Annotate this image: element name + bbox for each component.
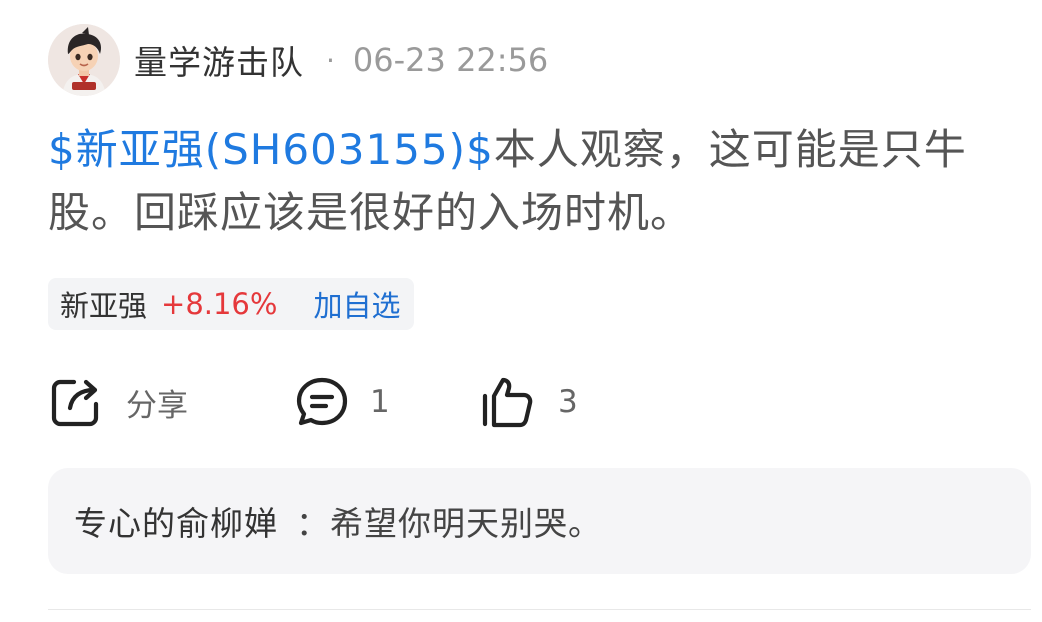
share-label: 分享 [126,387,188,424]
comment-preview[interactable]: 专心的俞柳婵 ：希望你明天别哭。 [48,468,1031,574]
comment-icon [294,374,350,430]
post-card: 量学游击队 · 06-23 22:56 $新亚强(SH603155)$本人观察，… [0,0,1042,622]
stock-chip-change: +8.16% [161,287,278,321]
stock-chip[interactable]: 新亚强 +8.16% 加自选 [48,278,415,330]
like-button[interactable]: 3 [478,370,578,434]
avatar[interactable] [48,24,120,96]
comment-count: 1 [370,384,390,420]
divider [48,609,1031,610]
post-timestamp: 06-23 22:56 [352,41,549,79]
comment-button[interactable]: 1 [294,370,390,434]
share-icon [48,374,104,430]
separator-dot: · [326,43,335,77]
stock-link[interactable]: $新亚强(SH603155)$ [48,125,494,174]
comment-text: ：希望你明天别哭。 [296,504,602,543]
comment-username[interactable]: 专心的俞柳婵 [74,497,278,545]
post-body: $新亚强(SH603155)$本人观察，这可能是只牛股。回踩应该是很好的入场时机… [48,118,1018,244]
action-bar: 分享 1 3 [48,370,648,434]
post-header: 量学游击队 · 06-23 22:56 [48,22,548,98]
share-button[interactable]: 分享 [48,370,188,434]
like-count: 3 [558,384,578,420]
add-to-watchlist-button[interactable]: 加自选 [313,283,400,325]
author-name[interactable]: 量学游击队 [134,36,304,84]
stock-chip-name: 新亚强 [60,289,148,323]
thumbs-up-icon [478,374,536,430]
